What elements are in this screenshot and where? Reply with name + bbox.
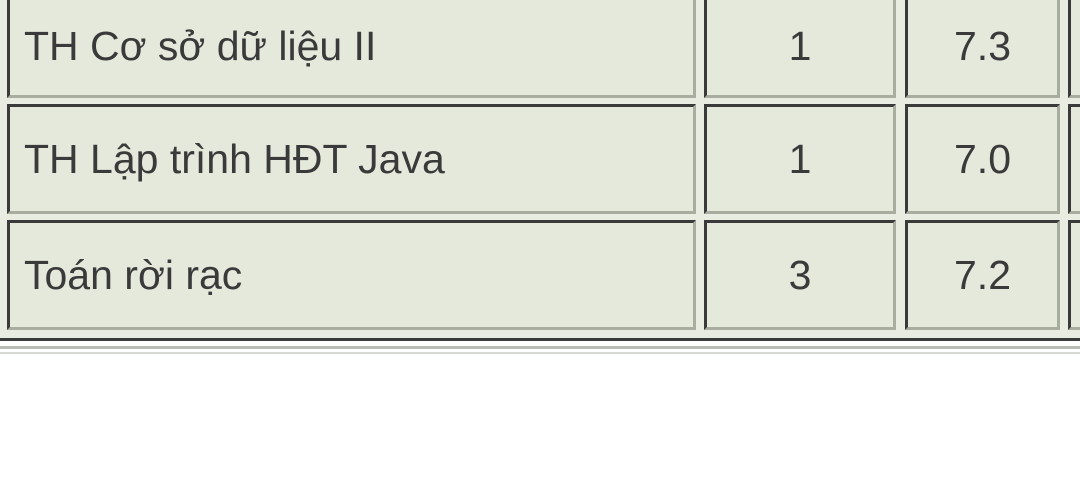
extra-cell: [1068, 104, 1080, 214]
table-bottom-shadow: [0, 346, 1080, 349]
credits-value: 1: [788, 135, 812, 182]
table-bottom-border: [0, 338, 1080, 341]
credits-cell: 1: [704, 104, 896, 214]
score-cell: 7.2: [905, 220, 1060, 330]
grades-table: TH Cơ sở dữ liệu II 1 7.3 TH Lập trình H…: [0, 0, 1080, 340]
course-name: TH Cơ sở dữ liệu II: [24, 22, 377, 69]
course-name: Toán rời rạc: [24, 251, 243, 298]
credits-cell: 1: [704, 0, 896, 98]
score-value: 7.0: [954, 135, 1011, 182]
credits-value: 3: [788, 251, 812, 298]
score-cell: 7.0: [905, 104, 1060, 214]
score-cell: 7.3: [905, 0, 1060, 98]
table-bottom-shadow-light: [0, 352, 1080, 354]
course-name-cell: TH Lập trình HĐT Java: [7, 104, 696, 214]
score-value: 7.2: [954, 251, 1011, 298]
course-name-cell: TH Cơ sở dữ liệu II: [7, 0, 696, 98]
credits-cell: 3: [704, 220, 896, 330]
extra-cell: [1068, 220, 1080, 330]
extra-cell: [1068, 0, 1080, 98]
score-value: 7.3: [954, 22, 1011, 69]
page-blank-area: [0, 360, 1080, 486]
course-name: TH Lập trình HĐT Java: [24, 135, 445, 182]
credits-value: 1: [788, 22, 812, 69]
course-name-cell: Toán rời rạc: [7, 220, 696, 330]
